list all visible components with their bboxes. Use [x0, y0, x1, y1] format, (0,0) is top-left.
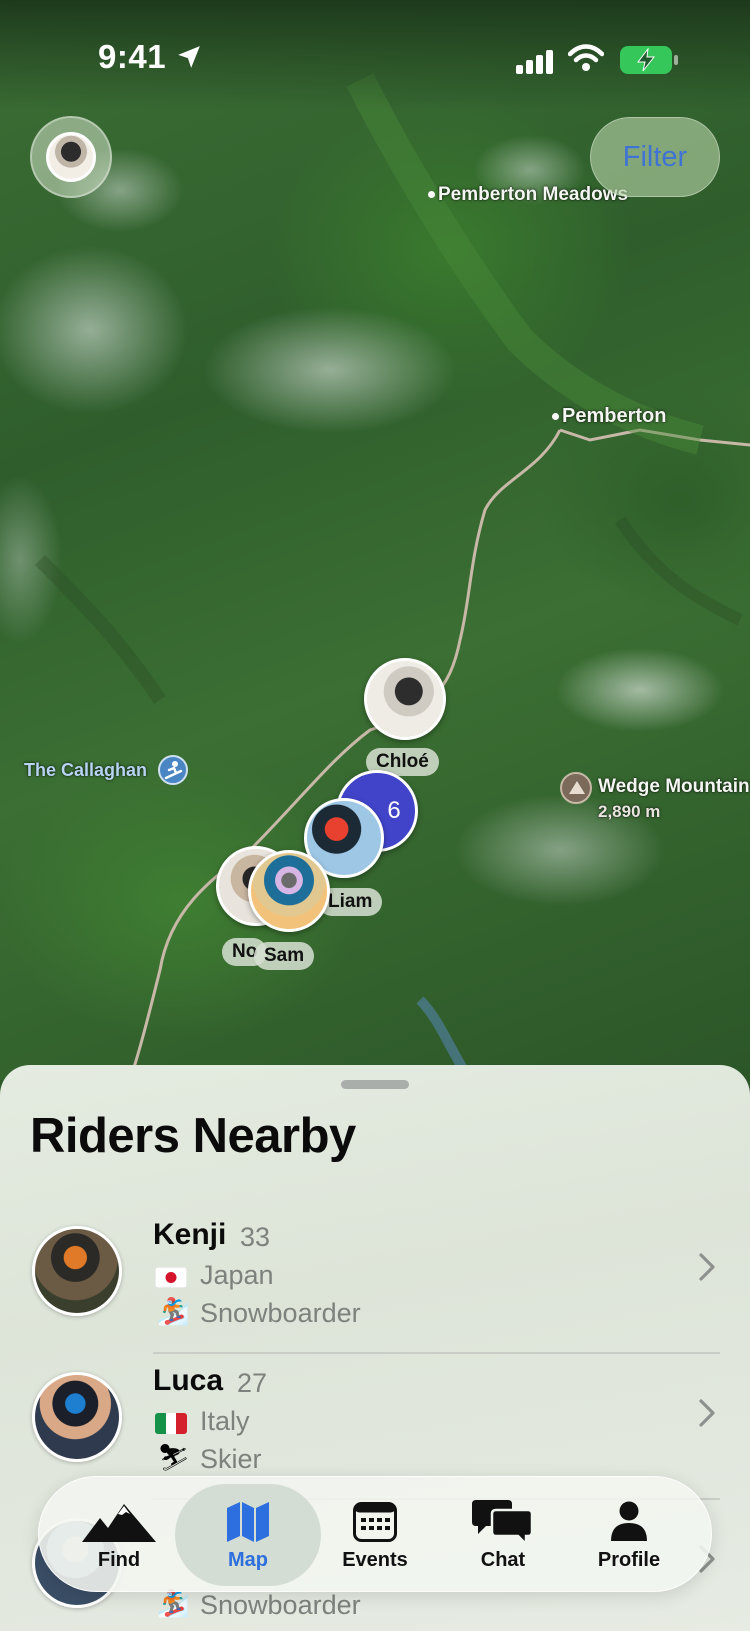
tab-label: Map [228, 1549, 268, 1571]
tab-chat[interactable]: Chat [443, 1477, 563, 1593]
sheet-title: Riders Nearby [30, 1109, 356, 1163]
chevron-right-icon [699, 1253, 715, 1281]
rider-country: Italy [200, 1406, 250, 1436]
tab-events[interactable]: Events [315, 1477, 435, 1593]
place-pemberton[interactable]: Pemberton [552, 405, 666, 428]
status-time: 9:41 [98, 38, 167, 75]
place-label: Pemberton Meadows [438, 184, 629, 205]
profile-avatar-button[interactable] [30, 116, 112, 198]
mountains-icon [82, 1499, 156, 1545]
place-label: The Callaghan [24, 760, 148, 780]
tab-bar: Find Map Events Chat Profile [38, 1476, 712, 1592]
cellular-signal-icon [516, 50, 553, 74]
snowboarder-icon: 🏂 [157, 1296, 190, 1326]
avatar [32, 1226, 122, 1316]
place-dot [552, 413, 559, 421]
mountain-peak-icon[interactable] [560, 772, 592, 804]
rider-pin-label: Sam [254, 942, 315, 970]
tab-label: Profile [597, 1549, 661, 1571]
ski-resort-icon[interactable] [158, 755, 188, 785]
rider-row[interactable]: Kenji 33 Japan 🏂 Snowboarder [0, 1208, 750, 1354]
rider-pin-sam[interactable] [248, 850, 330, 932]
person-icon [609, 1499, 649, 1545]
rider-age: 27 [237, 1368, 268, 1398]
rider-sport: Snowboarder [200, 1298, 361, 1328]
tab-label: Chat [480, 1549, 526, 1571]
chat-bubbles-icon [472, 1499, 534, 1546]
filter-button[interactable]: Filter [590, 117, 720, 197]
place-label: Wedge Mountain [598, 776, 750, 797]
map-icon [225, 1499, 271, 1545]
avatar [32, 1372, 122, 1462]
rider-name: Kenji [153, 1218, 227, 1251]
rider-country: Japan [200, 1260, 274, 1290]
place-elevation: 2,890 m [598, 802, 661, 821]
location-arrow-icon [178, 46, 200, 68]
tab-label: Find [97, 1549, 141, 1571]
rider-age: 33 [240, 1222, 271, 1252]
avatar [46, 132, 96, 182]
place-pemberton-meadows[interactable]: Pemberton Meadows [428, 184, 628, 206]
rider-pin-chloe[interactable] [364, 658, 446, 740]
chevron-right-icon [699, 1399, 715, 1427]
place-label: Pemberton [562, 405, 667, 427]
sheet-grabber[interactable] [341, 1080, 409, 1089]
italy-flag-icon [155, 1413, 187, 1434]
place-callaghan[interactable]: The Callaghan [24, 760, 147, 781]
wifi-icon [568, 44, 604, 71]
tab-label: Events [342, 1549, 408, 1571]
rider-sport: Skier [200, 1444, 262, 1474]
tab-profile[interactable]: Profile [569, 1477, 689, 1593]
tab-map[interactable]: Map [175, 1484, 321, 1586]
status-bar: 9:41 [0, 0, 750, 110]
battery-charging-icon [620, 46, 678, 74]
japan-flag-icon [155, 1267, 187, 1288]
place-wedge-mountain[interactable]: Wedge Mountain [598, 776, 750, 798]
place-dot [428, 191, 435, 199]
cluster-count: 6 [387, 797, 401, 824]
rider-name: Luca [153, 1364, 224, 1397]
rider-sport: Snowboarder [200, 1590, 361, 1620]
calendar-icon [353, 1499, 397, 1545]
skier-icon: ⛷ [157, 1442, 191, 1472]
